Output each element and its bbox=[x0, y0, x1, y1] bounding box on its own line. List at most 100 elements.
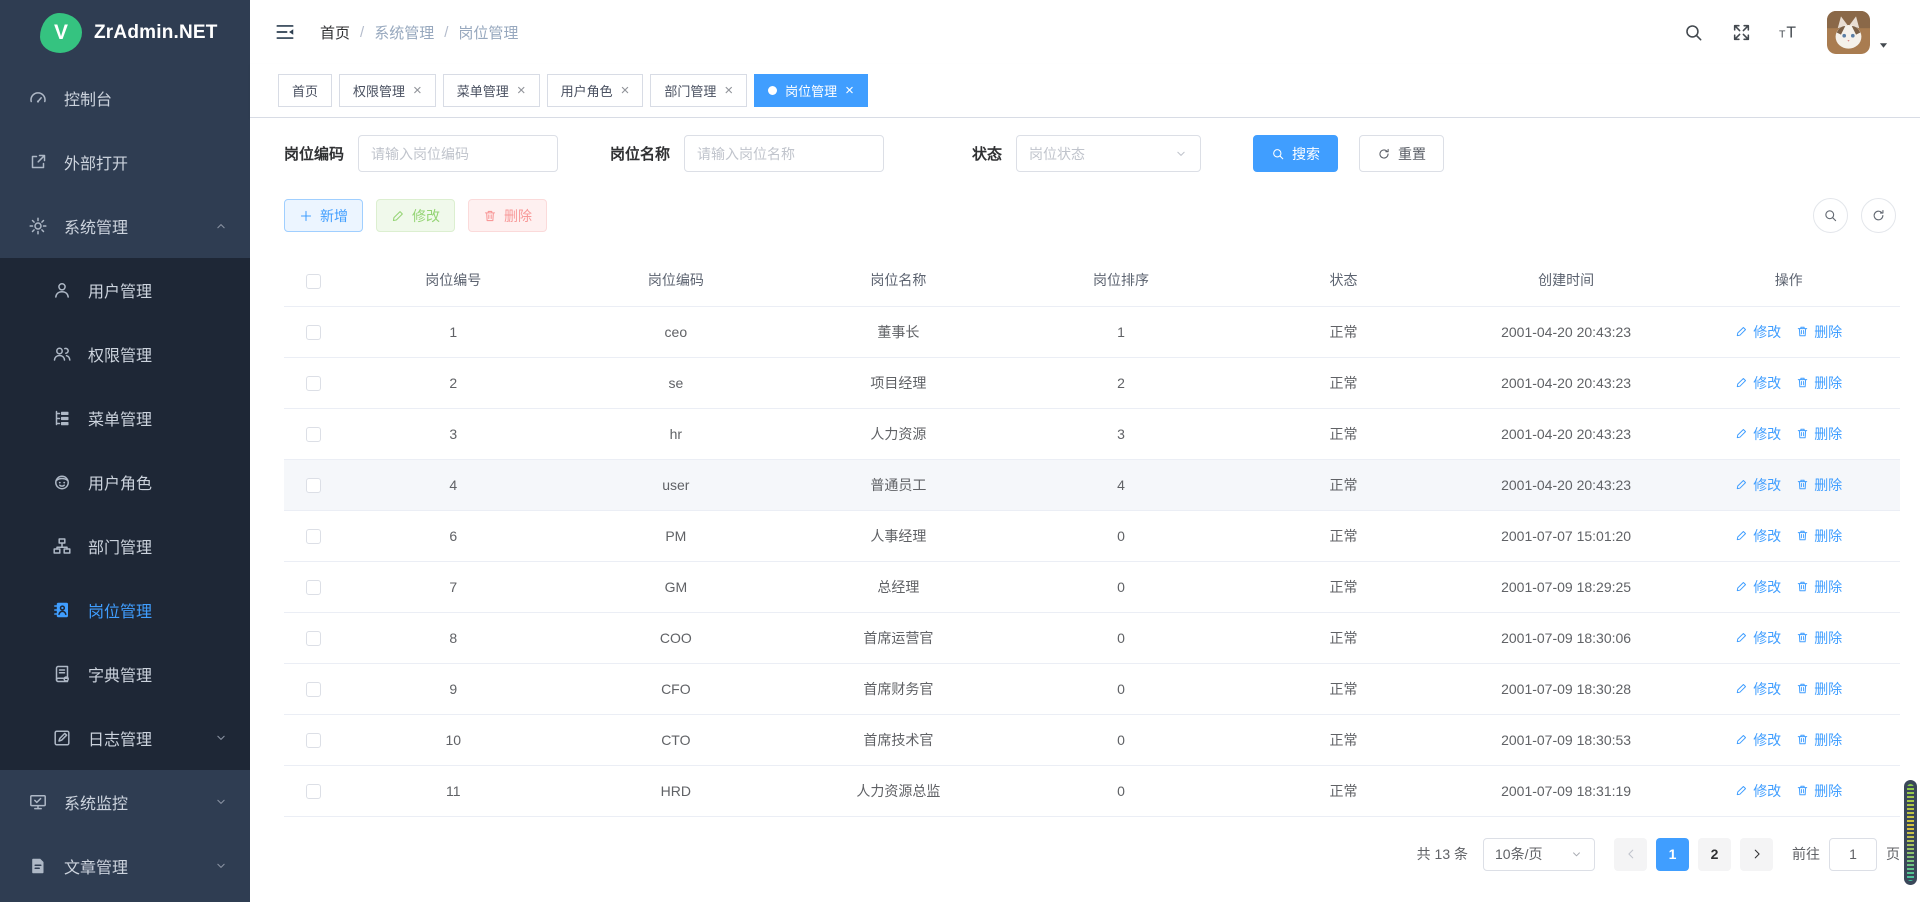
page-button-1[interactable]: 1 bbox=[1656, 838, 1689, 871]
font-size-icon[interactable]: TT bbox=[1779, 22, 1800, 43]
search-button[interactable]: 搜索 bbox=[1253, 135, 1338, 172]
row-checkbox[interactable] bbox=[306, 376, 321, 391]
edit-link[interactable]: 修改 bbox=[1735, 781, 1781, 801]
add-button[interactable]: 新增 bbox=[284, 199, 363, 232]
sidebar-item-dept-admin[interactable]: 部门管理 bbox=[0, 514, 250, 578]
table-row[interactable]: 10CTO首席技术官0正常2001-07-09 18:30:53修改删除 bbox=[284, 714, 1900, 765]
delete-link[interactable]: 删除 bbox=[1796, 730, 1842, 750]
edit-link[interactable]: 修改 bbox=[1735, 577, 1781, 597]
sidebar-item-dict-admin[interactable]: 字典管理 bbox=[0, 642, 250, 706]
tab-post[interactable]: 岗位管理× bbox=[754, 74, 868, 107]
row-checkbox[interactable] bbox=[306, 325, 321, 340]
sidebar-item-article-admin[interactable]: 文章管理 bbox=[0, 834, 250, 898]
edit-link[interactable]: 修改 bbox=[1735, 475, 1781, 495]
row-checkbox[interactable] bbox=[306, 733, 321, 748]
table-row[interactable]: 9CFO首席财务官0正常2001-07-09 18:30:28修改删除 bbox=[284, 663, 1900, 714]
table-row[interactable]: 1ceo董事长1正常2001-04-20 20:43:23修改删除 bbox=[284, 306, 1900, 357]
close-icon[interactable]: × bbox=[845, 83, 854, 98]
page-size-select[interactable]: 10条/页 bbox=[1483, 838, 1595, 871]
sidebar-item-menu-admin[interactable]: 菜单管理 bbox=[0, 386, 250, 450]
edit-link[interactable]: 修改 bbox=[1735, 628, 1781, 648]
delete-link[interactable]: 删除 bbox=[1796, 475, 1842, 495]
actions-cell: 修改删除 bbox=[1677, 357, 1900, 408]
delete-link[interactable]: 删除 bbox=[1796, 628, 1842, 648]
sidebar-item-system-admin[interactable]: 系统管理 bbox=[0, 194, 250, 258]
svg-text:T: T bbox=[1779, 28, 1786, 40]
menu-fold-icon[interactable] bbox=[274, 21, 296, 43]
refresh-table-button[interactable] bbox=[1861, 198, 1896, 233]
row-checkbox[interactable] bbox=[306, 580, 321, 595]
sidebar-item-system-monitor[interactable]: 系统监控 bbox=[0, 770, 250, 834]
row-checkbox[interactable] bbox=[306, 784, 321, 799]
delete-button[interactable]: 删除 bbox=[468, 199, 547, 232]
status-select[interactable]: 岗位状态 bbox=[1016, 135, 1201, 172]
tab-role[interactable]: 用户角色× bbox=[547, 74, 644, 107]
sidebar-item-label: 字典管理 bbox=[88, 662, 152, 686]
table-cell: 2001-07-09 18:30:53 bbox=[1455, 714, 1678, 765]
delete-link[interactable]: 删除 bbox=[1796, 679, 1842, 699]
row-checkbox[interactable] bbox=[306, 631, 321, 646]
tab-perm[interactable]: 权限管理× bbox=[339, 74, 436, 107]
sidebar-item-external-open[interactable]: 外部打开 bbox=[0, 130, 250, 194]
select-all-checkbox[interactable] bbox=[306, 274, 321, 289]
edit-button[interactable]: 修改 bbox=[376, 199, 455, 232]
reset-button[interactable]: 重置 bbox=[1359, 135, 1444, 172]
edit-link[interactable]: 修改 bbox=[1735, 526, 1781, 546]
edit-link[interactable]: 修改 bbox=[1735, 373, 1781, 393]
post-name-input[interactable] bbox=[684, 135, 884, 172]
row-checkbox[interactable] bbox=[306, 682, 321, 697]
table-cell: CTO bbox=[565, 714, 788, 765]
prev-page-button[interactable] bbox=[1614, 838, 1647, 871]
fullscreen-icon[interactable] bbox=[1731, 22, 1752, 43]
close-icon[interactable]: × bbox=[413, 83, 422, 98]
table-row[interactable]: 6PM人事经理0正常2001-07-07 15:01:20修改删除 bbox=[284, 510, 1900, 561]
delete-link[interactable]: 删除 bbox=[1796, 781, 1842, 801]
row-checkbox[interactable] bbox=[306, 427, 321, 442]
sidebar-item-user-admin[interactable]: 用户管理 bbox=[0, 258, 250, 322]
table-cell: 0 bbox=[1010, 663, 1233, 714]
page-button-2[interactable]: 2 bbox=[1698, 838, 1731, 871]
row-checkbox[interactable] bbox=[306, 529, 321, 544]
close-icon[interactable]: × bbox=[621, 83, 630, 98]
sidebar-item-log-admin[interactable]: 日志管理 bbox=[0, 706, 250, 770]
table-row[interactable]: 7GM总经理0正常2001-07-09 18:29:25修改删除 bbox=[284, 561, 1900, 612]
delete-link[interactable]: 删除 bbox=[1796, 322, 1842, 342]
sidebar-item-dashboard[interactable]: 控制台 bbox=[0, 66, 250, 130]
delete-link-label: 删除 bbox=[1814, 475, 1842, 495]
close-icon[interactable]: × bbox=[517, 83, 526, 98]
goto-page-input[interactable] bbox=[1829, 838, 1877, 871]
delete-link[interactable]: 删除 bbox=[1796, 373, 1842, 393]
post-code-input[interactable] bbox=[358, 135, 558, 172]
table-row[interactable]: 4user普通员工4正常2001-04-20 20:43:23修改删除 bbox=[284, 459, 1900, 510]
edit-link[interactable]: 修改 bbox=[1735, 424, 1781, 444]
header-search-icon[interactable] bbox=[1683, 22, 1704, 43]
breadcrumb-item[interactable]: 岗位管理 bbox=[458, 22, 518, 43]
tab-menu[interactable]: 菜单管理× bbox=[443, 74, 540, 107]
sidebar-item-user-role[interactable]: 用户角色 bbox=[0, 450, 250, 514]
row-checkbox[interactable] bbox=[306, 478, 321, 493]
toggle-search-button[interactable] bbox=[1813, 198, 1848, 233]
edit-link[interactable]: 修改 bbox=[1735, 322, 1781, 342]
table-row[interactable]: 2se项目经理2正常2001-04-20 20:43:23修改删除 bbox=[284, 357, 1900, 408]
edit-link[interactable]: 修改 bbox=[1735, 679, 1781, 699]
table-row[interactable]: 8COO首席运营官0正常2001-07-09 18:30:06修改删除 bbox=[284, 612, 1900, 663]
close-icon[interactable]: × bbox=[724, 83, 733, 98]
tab-dept[interactable]: 部门管理× bbox=[650, 74, 747, 107]
table-row[interactable]: 11HRD人力资源总监0正常2001-07-09 18:31:19修改删除 bbox=[284, 765, 1900, 816]
sidebar-item-perm-admin[interactable]: 权限管理 bbox=[0, 322, 250, 386]
delete-link[interactable]: 删除 bbox=[1796, 424, 1842, 444]
next-page-button[interactable] bbox=[1740, 838, 1773, 871]
user-avatar[interactable] bbox=[1827, 11, 1870, 54]
breadcrumb-item[interactable]: 首页 bbox=[320, 22, 350, 43]
edit-link[interactable]: 修改 bbox=[1735, 730, 1781, 750]
user-role-icon bbox=[52, 472, 72, 492]
table-cell: 项目经理 bbox=[787, 357, 1010, 408]
table-row[interactable]: 3hr人力资源3正常2001-04-20 20:43:23修改删除 bbox=[284, 408, 1900, 459]
user-menu[interactable] bbox=[1827, 11, 1890, 54]
scrollbar-indicator[interactable] bbox=[1904, 780, 1917, 885]
sidebar-item-post-admin[interactable]: 岗位管理 bbox=[0, 578, 250, 642]
tab-home[interactable]: 首页 bbox=[278, 74, 332, 107]
delete-link[interactable]: 删除 bbox=[1796, 577, 1842, 597]
breadcrumb-item[interactable]: 系统管理 bbox=[374, 22, 434, 43]
delete-link[interactable]: 删除 bbox=[1796, 526, 1842, 546]
